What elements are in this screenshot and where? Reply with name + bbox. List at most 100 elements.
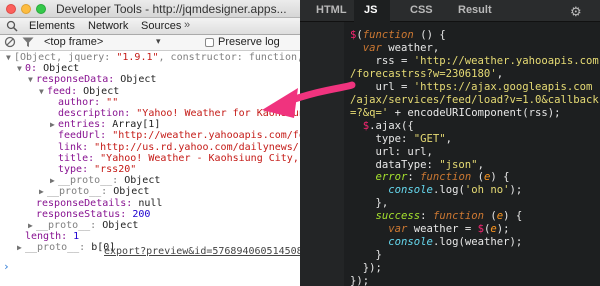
console-token: 1 <box>73 231 80 243</box>
console-token: __proto__: <box>47 186 114 198</box>
console-token: type: <box>58 164 95 175</box>
console-line: title: "Yahoo! Weather - Kaohsiung City,… <box>50 153 300 164</box>
console-line-text: feedUrl: "http://weather.yahooapis.com/f… <box>58 130 300 141</box>
console-token: entries: <box>58 119 113 131</box>
console-token: __proto__: <box>58 175 125 187</box>
console-line[interactable]: ▼ responseData: Object <box>28 74 156 85</box>
gear-icon[interactable]: ⚙ <box>570 4 582 20</box>
console-token: Object <box>124 175 161 187</box>
console-line[interactable]: ▶ __proto__: Object <box>28 220 138 231</box>
tab-html[interactable]: HTML <box>316 4 347 16</box>
frame-select[interactable]: <top frame> <box>44 36 103 48</box>
console-token: Object <box>43 63 80 75</box>
console-line-text: description: "Yahoo! Weather for Kaohsiu… <box>58 108 300 119</box>
line-gutter <box>300 22 344 286</box>
close-window-button[interactable] <box>6 4 16 14</box>
console-line[interactable]: ▶ __proto__: Object <box>50 175 160 186</box>
export-source-link[interactable]: export?preview&id=5768940605145088:14 <box>104 246 300 257</box>
console-token: feedUrl: <box>58 130 113 142</box>
expand-right-icon[interactable]: ▶ <box>50 119 58 130</box>
console-token: "http://weather.yahooapis.com/for <box>112 130 300 142</box>
devtools-window: Developer Tools - http://jqmdesigner.app… <box>0 0 300 286</box>
console-token: Object <box>120 74 157 86</box>
console-line[interactable]: ▼ 0: Object <box>17 63 79 74</box>
console-token: length: <box>25 231 74 243</box>
console-line-text: length: 1 <box>25 231 79 242</box>
console-token: __proto__: <box>36 220 103 231</box>
console-line[interactable]: ▶ __proto__: b[0] <box>17 242 115 253</box>
console-prompt-icon[interactable]: › <box>3 261 10 272</box>
expand-right-icon[interactable]: ▶ <box>50 175 58 186</box>
console-token: responseStatus: <box>36 208 133 220</box>
devtools-toolbar: Elements Network Sources » <box>0 18 300 35</box>
console-token: Object <box>113 186 150 198</box>
console-token: , constructor: function, <box>158 52 300 63</box>
console-line: responseDetails: null <box>28 198 162 209</box>
expand-right-icon[interactable]: ▶ <box>39 186 47 197</box>
more-tabs-icon[interactable]: » <box>184 19 190 31</box>
console-line-text: responseData: Object <box>36 74 156 85</box>
minimize-window-button[interactable] <box>21 4 31 14</box>
console-line: type: "rss20" <box>50 164 136 175</box>
console-token: "Yahoo! Weather - Kaohsiung City, T <box>100 152 300 164</box>
expand-down-icon[interactable]: ▼ <box>17 63 25 74</box>
console-line-text: __proto__: b[0] <box>25 242 115 253</box>
expand-down-icon[interactable]: ▼ <box>39 86 47 97</box>
code-line[interactable]: }); <box>350 274 369 286</box>
console-line-text: feed: Object <box>47 86 119 97</box>
console-token: author: <box>58 96 107 108</box>
tab-css[interactable]: CSS <box>410 4 433 16</box>
inspect-element-icon[interactable] <box>6 20 18 32</box>
console-token: [Object, jquery: <box>14 52 117 63</box>
maximize-window-button[interactable] <box>36 4 46 14</box>
expand-down-icon[interactable]: ▼ <box>6 52 14 63</box>
console-token: "Yahoo! Weather for Kaohsiung <box>136 108 300 119</box>
console-token: null <box>138 197 163 209</box>
console-line[interactable]: ▼ [Object, jquery: "1.9.1", constructor: … <box>6 52 300 63</box>
console-line: length: 1 <box>17 231 79 242</box>
console-line: author: "" <box>50 97 118 108</box>
tab-js[interactable]: JS <box>364 4 377 16</box>
preserve-log-checkbox[interactable] <box>205 38 214 47</box>
code-editor: HTML JS CSS Result ⚙ $(function () { var… <box>300 0 600 286</box>
console-line-text: 0: Object <box>25 63 79 74</box>
console-token: "1.9.1" <box>116 52 159 63</box>
console-toolbar: <top frame> ▾ Preserve log <box>0 35 300 51</box>
filter-icon[interactable] <box>22 37 34 48</box>
console-line: feedUrl: "http://weather.yahooapis.com/f… <box>50 130 300 141</box>
console-line-text: link: "http://us.rd.yahoo.com/dailynews/… <box>58 142 300 153</box>
console-token: "rss20" <box>94 164 137 175</box>
console-line: responseStatus: 200 <box>28 209 150 220</box>
console-line-text: [Object, jquery: "1.9.1", constructor: f… <box>14 52 300 63</box>
clear-console-icon[interactable] <box>4 36 16 48</box>
console-line: description: "Yahoo! Weather for Kaohsiu… <box>50 108 300 119</box>
expand-right-icon[interactable]: ▶ <box>28 220 36 231</box>
console-line[interactable]: ▼ feed: Object <box>39 86 119 97</box>
tab-sources[interactable]: Sources <box>141 20 181 32</box>
expand-down-icon[interactable]: ▼ <box>28 74 36 85</box>
console-token: Array[1] <box>112 119 161 131</box>
console-line-text: type: "rss20" <box>58 164 136 175</box>
console-output: ▼ [Object, jquery: "1.9.1", constructor: … <box>0 52 300 286</box>
console-token: feed: <box>47 85 84 97</box>
console-line-text: author: "" <box>58 97 118 108</box>
editor-tabs: HTML JS CSS Result ⚙ <box>300 0 600 22</box>
tab-elements[interactable]: Elements <box>29 20 75 32</box>
chevron-down-icon[interactable]: ▾ <box>156 36 161 47</box>
console-token: responseData: <box>36 74 121 86</box>
console-line-text: __proto__: Object <box>36 220 138 231</box>
console-line[interactable]: ▶ __proto__: Object <box>39 186 149 197</box>
console-line-text: title: "Yahoo! Weather - Kaohsiung City,… <box>58 153 300 164</box>
console-line-text: responseStatus: 200 <box>36 209 150 220</box>
tab-result[interactable]: Result <box>458 4 492 16</box>
expand-right-icon[interactable]: ▶ <box>17 242 25 253</box>
code-area[interactable]: $(function () { var weather, rss = 'http… <box>344 22 600 286</box>
console-line[interactable]: ▶ entries: Array[1] <box>50 119 160 130</box>
console-token: __proto__: <box>25 242 92 254</box>
console-token: "http://us.rd.yahoo.com/dailynews/rs <box>94 141 300 153</box>
window-titlebar: Developer Tools - http://jqmdesigner.app… <box>0 0 300 18</box>
console-token: 200 <box>132 208 151 220</box>
tab-network[interactable]: Network <box>88 20 128 32</box>
console-token: "" <box>106 96 119 108</box>
console-line-text: __proto__: Object <box>47 186 149 197</box>
